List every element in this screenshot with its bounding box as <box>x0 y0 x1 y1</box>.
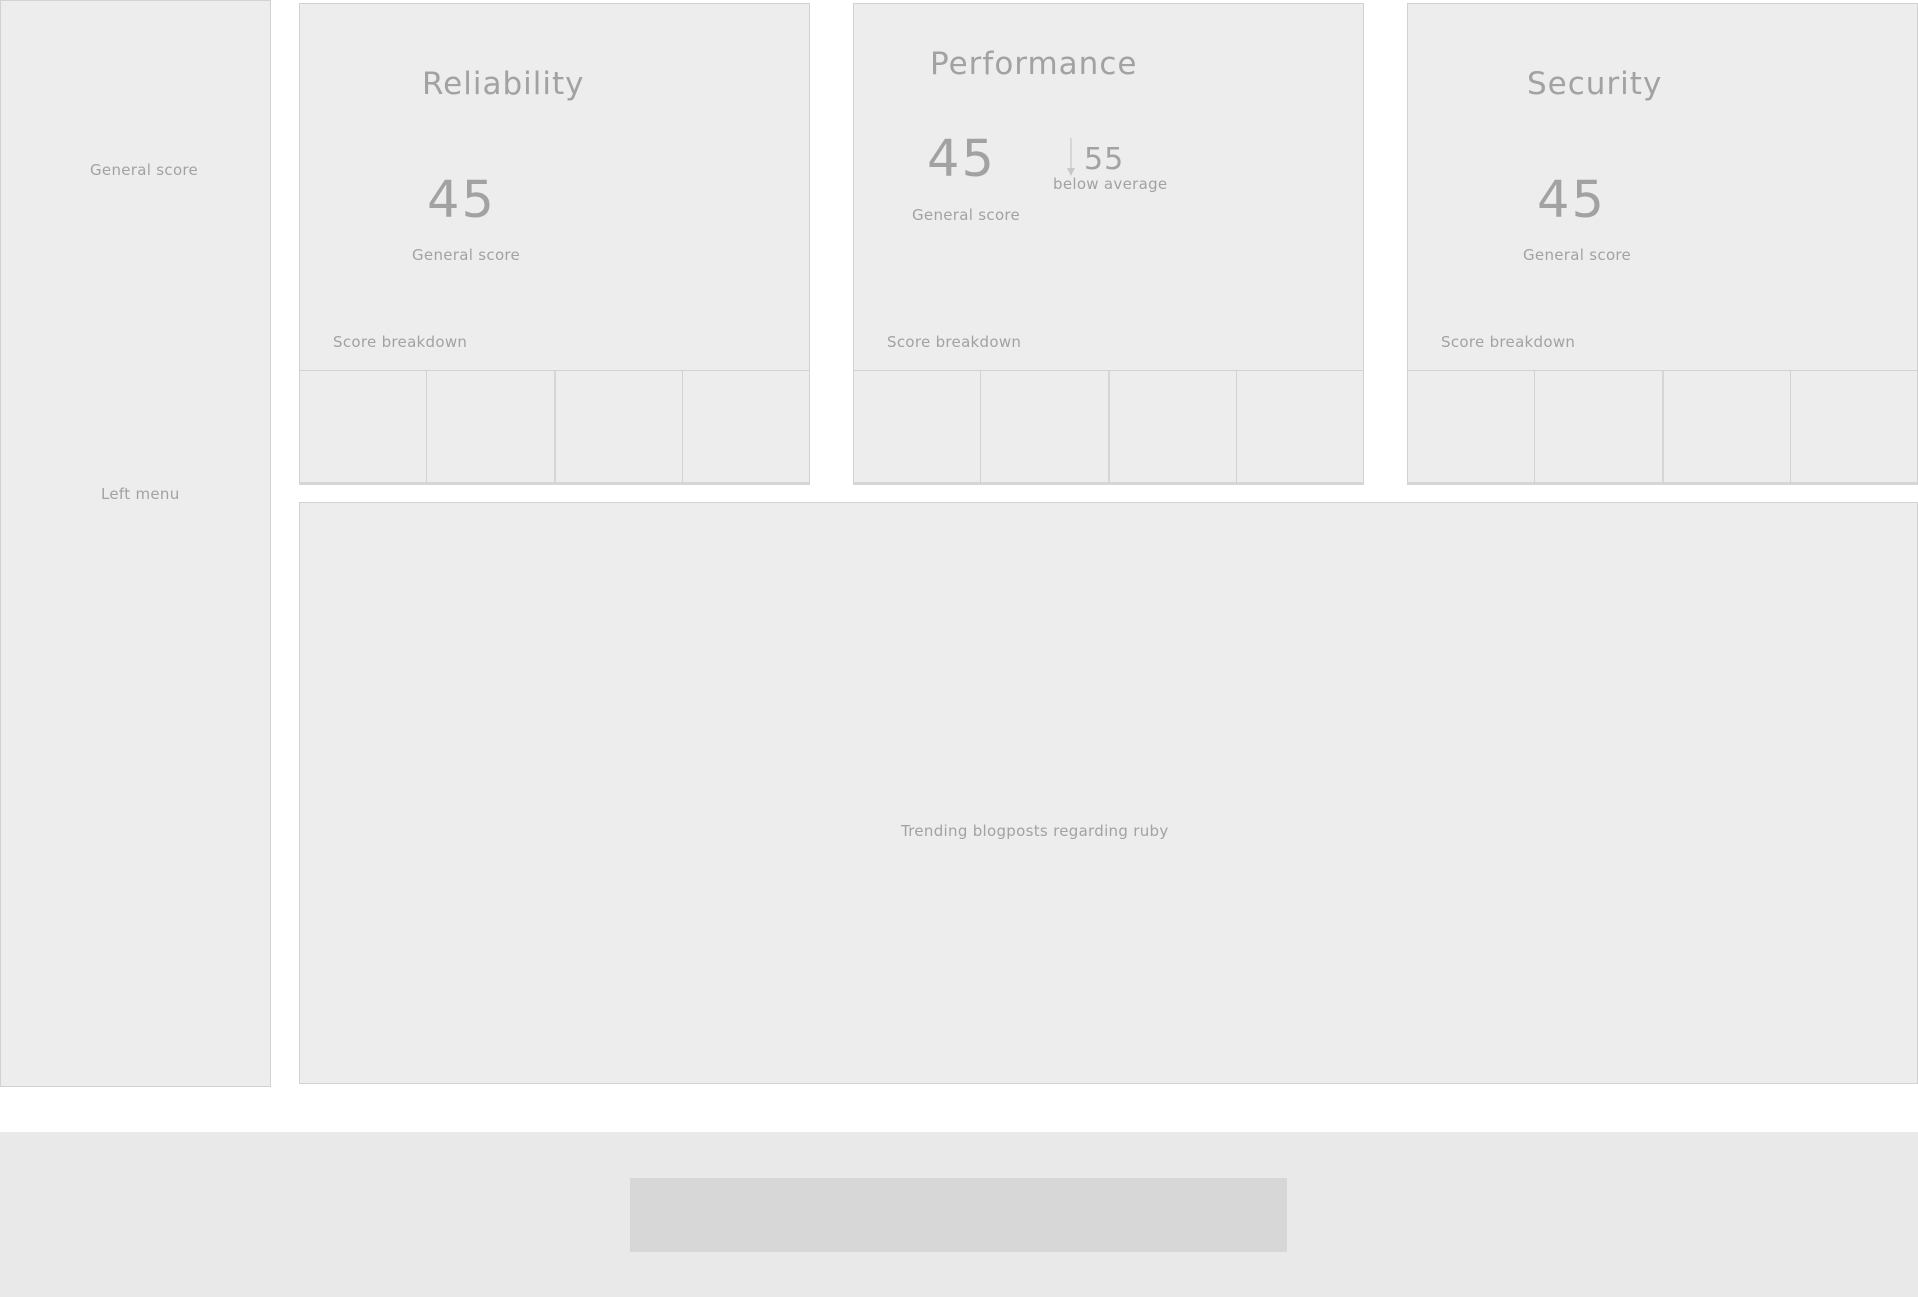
breakdown-cell[interactable] <box>1110 371 1237 484</box>
breakdown-cell[interactable] <box>1535 371 1664 484</box>
card-title: Security <box>1527 66 1663 102</box>
card-title: Reliability <box>422 66 585 102</box>
breakdown-cell[interactable] <box>854 371 982 484</box>
score-breakdown <box>1408 370 1917 484</box>
breakdown-cell[interactable] <box>1664 371 1791 484</box>
breakdown-cell[interactable] <box>683 371 809 484</box>
general-score-label: General score <box>912 206 1021 224</box>
general-score-value: 45 <box>427 171 496 230</box>
card-title: Performance <box>930 46 1138 82</box>
general-score-value: 45 <box>927 130 996 189</box>
score-breakdown-label: Score breakdown <box>887 333 1022 351</box>
breakdown-cell[interactable] <box>556 371 683 484</box>
score-breakdown <box>300 370 809 484</box>
footer-placeholder-bar <box>630 1178 1287 1252</box>
card-performance: Performance 45 General score 55 below av… <box>853 3 1364 485</box>
breakdown-cell[interactable] <box>1791 371 1917 484</box>
card-reliability: Reliability 45 General score Score break… <box>299 3 810 485</box>
trending-blogposts-panel: Trending blogposts regarding ruby <box>299 502 1918 1084</box>
average-score-value: 55 <box>1084 142 1125 177</box>
left-menu: General score Left menu <box>0 0 271 1087</box>
arrow-down-icon <box>1067 138 1075 176</box>
footer <box>0 1132 1918 1297</box>
breakdown-cell[interactable] <box>1408 371 1536 484</box>
score-breakdown <box>854 370 1363 484</box>
left-menu-general-score-label: General score <box>90 161 199 179</box>
trending-label: Trending blogposts regarding ruby <box>901 822 1169 840</box>
general-score-label: General score <box>1523 246 1632 264</box>
breakdown-cell[interactable] <box>1237 371 1363 484</box>
breakdown-cell[interactable] <box>300 371 428 484</box>
left-menu-label: Left menu <box>101 485 180 503</box>
average-label: below average <box>1053 175 1168 193</box>
breakdown-cell[interactable] <box>981 371 1110 484</box>
general-score-label: General score <box>412 246 521 264</box>
card-security: Security 45 General score Score breakdow… <box>1407 3 1918 485</box>
score-breakdown-label: Score breakdown <box>1441 333 1576 351</box>
score-breakdown-label: Score breakdown <box>333 333 468 351</box>
general-score-value: 45 <box>1537 171 1606 230</box>
breakdown-cell[interactable] <box>427 371 556 484</box>
